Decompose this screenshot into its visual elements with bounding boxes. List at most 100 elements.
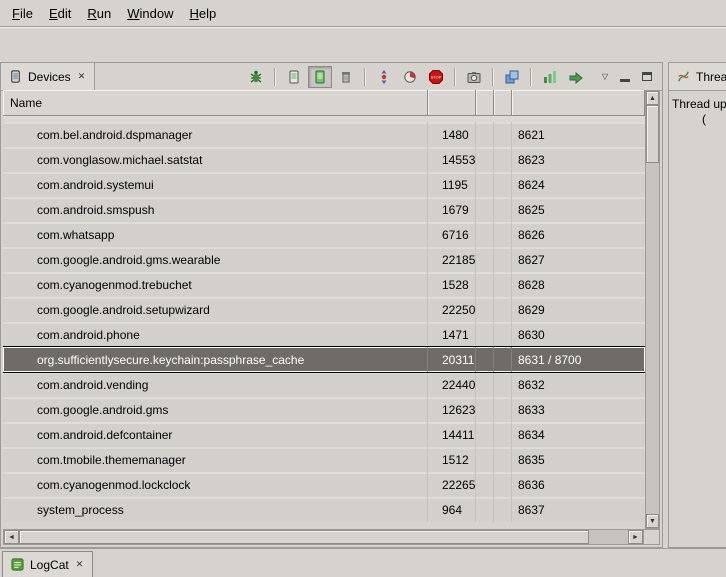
dump-hprof-button[interactable] (308, 66, 332, 88)
close-icon[interactable]: ✕ (76, 71, 88, 82)
debug-process-button[interactable] (244, 66, 268, 88)
process-row[interactable]: com.google.android.setupwizard 22250 862… (3, 297, 645, 322)
update-heap-button[interactable] (282, 66, 306, 88)
stop-process-button[interactable]: STOP (424, 66, 448, 88)
process-port-cell: 8632 (512, 372, 645, 397)
toolbar-separator (364, 68, 366, 86)
process-pid-cell: 22265 (428, 472, 476, 497)
process-pid-cell: 1679 (428, 197, 476, 222)
process-heap-cell (476, 447, 494, 472)
process-row[interactable]: com.android.systemui 1195 8624 (3, 172, 645, 197)
stop-process-icon: STOP (428, 69, 444, 85)
screen-capture-button[interactable] (462, 66, 486, 88)
process-row[interactable]: com.cyanogenmod.trebuchet 1528 8628 (3, 272, 645, 297)
scroll-right-icon[interactable]: ► (628, 530, 643, 544)
process-pid-cell: 1480 (428, 122, 476, 147)
column-header-heap[interactable] (476, 90, 494, 116)
view-menu-icon[interactable]: ▽ (602, 73, 608, 81)
process-thread-cell (494, 272, 512, 297)
process-pid-cell: 1195 (428, 172, 476, 197)
minimize-icon[interactable] (620, 72, 630, 82)
table-header-row: Name (3, 90, 645, 116)
view-hierarchy-button[interactable] (500, 66, 524, 88)
process-row[interactable]: com.android.vending 22440 8632 (3, 372, 645, 397)
column-header-thread[interactable] (494, 90, 512, 116)
process-row[interactable]: com.android.defcontainer 14411 8634 (3, 422, 645, 447)
tab-logcat[interactable]: LogCat ✕ (2, 551, 93, 577)
update-threads-button[interactable] (372, 66, 396, 88)
process-pid-cell: 6716 (428, 222, 476, 247)
process-name-cell: com.vonglasow.michael.satstat (3, 147, 428, 172)
process-heap-cell (476, 197, 494, 222)
menu-help[interactable]: Help (181, 2, 224, 25)
toolbar-separator (492, 68, 494, 86)
devices-toolbar: STOP (244, 63, 592, 90)
scroll-up-icon[interactable]: ▲ (646, 91, 659, 105)
process-thread-cell (494, 472, 512, 497)
menu-window[interactable]: Window (119, 2, 181, 25)
process-row[interactable]: com.tmobile.thememanager 1512 8635 (3, 447, 645, 472)
devices-panel: Devices ✕ (0, 62, 663, 548)
process-port-cell: 8621 (512, 122, 645, 147)
process-pid-cell: 964 (428, 497, 476, 522)
cause-gc-icon (338, 69, 354, 85)
maximize-icon[interactable] (642, 72, 652, 81)
vertical-scrollbar[interactable]: ▲ ▼ (645, 90, 660, 529)
process-row[interactable]: com.vonglasow.michael.satstat 14553 8623 (3, 147, 645, 172)
process-heap-cell (476, 347, 494, 372)
process-thread-cell (494, 322, 512, 347)
process-row[interactable]: com.google.android.gms.wearable 22185 86… (3, 247, 645, 272)
process-port-cell: 8637 (512, 497, 645, 522)
tab-devices[interactable]: Devices ✕ (1, 63, 95, 90)
horizontal-scrollbar[interactable]: ◄ ► (3, 529, 660, 545)
column-header-pid[interactable] (428, 90, 476, 116)
process-pid-cell: 20311 (428, 347, 476, 372)
cause-gc-button[interactable] (334, 66, 358, 88)
process-port-cell: 8626 (512, 222, 645, 247)
horizontal-scroll-thumb[interactable] (19, 530, 589, 544)
threads-message-line1: Thread up (672, 97, 723, 112)
menu-file[interactable]: File (4, 2, 41, 25)
scrollbar-corner (643, 530, 659, 544)
process-heap-cell (476, 422, 494, 447)
vertical-scroll-thumb[interactable] (646, 105, 659, 163)
tab-threads[interactable]: Threads (669, 63, 726, 90)
process-name-cell: com.google.android.gms.wearable (3, 247, 428, 272)
screen-capture-icon (466, 69, 482, 85)
opengl-trace-button[interactable] (564, 66, 588, 88)
process-port-cell: 8635 (512, 447, 645, 472)
column-header-name[interactable]: Name (3, 90, 428, 116)
bottom-tabbar: LogCat ✕ (0, 548, 726, 577)
process-row[interactable]: org.sufficientlysecure.keychain:passphra… (3, 347, 645, 372)
process-heap-cell (476, 172, 494, 197)
menu-edit[interactable]: Edit (41, 2, 79, 25)
process-row[interactable]: com.whatsapp 6716 8626 (3, 222, 645, 247)
process-row[interactable]: com.android.phone 1471 8630 (3, 322, 645, 347)
process-row[interactable]: com.google.android.gms 12623 8633 (3, 397, 645, 422)
process-thread-cell (494, 422, 512, 447)
column-header-port[interactable] (512, 90, 645, 116)
menu-run[interactable]: Run (79, 2, 119, 25)
scroll-left-icon[interactable]: ◄ (4, 530, 19, 544)
process-row[interactable]: com.android.smspush 1679 8625 (3, 197, 645, 222)
menubar: File Edit Run Window Help (0, 0, 726, 27)
process-pid-cell: 14553 (428, 147, 476, 172)
process-thread-cell (494, 447, 512, 472)
logcat-icon (10, 557, 25, 572)
capture-systrace-button[interactable] (538, 66, 562, 88)
process-row[interactable]: com.cyanogenmod.lockclock 22265 8636 (3, 472, 645, 497)
method-profiling-button[interactable] (398, 66, 422, 88)
process-port-cell: 8631 / 8700 (512, 347, 645, 372)
device-icon (8, 69, 23, 84)
process-thread-cell (494, 372, 512, 397)
horizontal-scroll-track[interactable] (589, 530, 628, 544)
process-port-cell: 8625 (512, 197, 645, 222)
process-row[interactable]: com.bel.android.dspmanager 1480 8621 (3, 122, 645, 147)
process-name-cell: system_process (3, 497, 428, 522)
process-row[interactable]: system_process 964 8637 (3, 497, 645, 522)
view-controls: ▽ (592, 63, 662, 90)
process-name-cell: com.android.smspush (3, 197, 428, 222)
scroll-down-icon[interactable]: ▼ (646, 514, 659, 528)
threads-message: Thread up ( (669, 91, 726, 133)
close-icon[interactable]: ✕ (74, 559, 86, 570)
